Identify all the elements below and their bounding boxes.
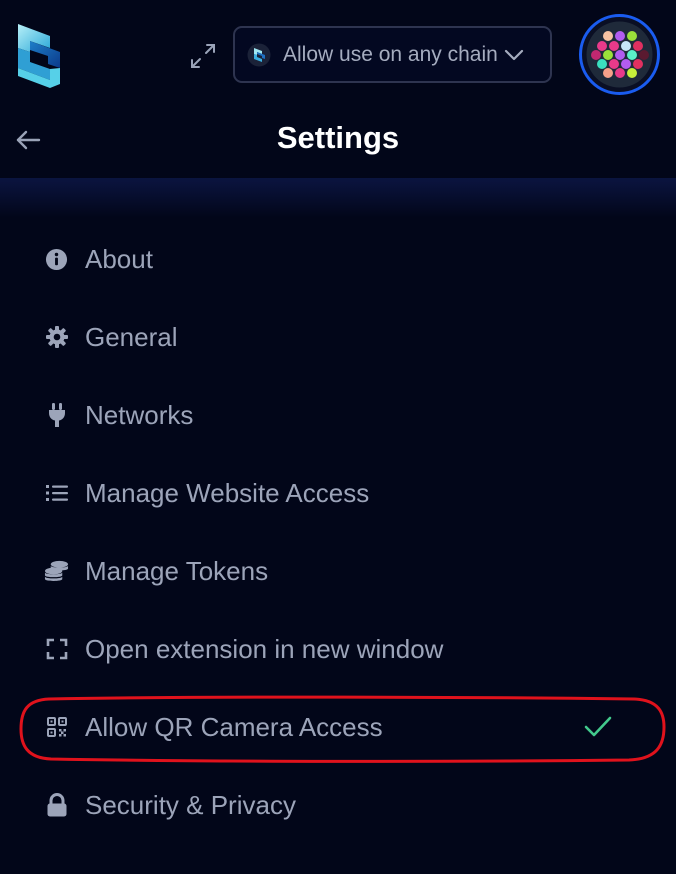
menu-item-label: Manage Tokens [85,555,269,586]
menu-item-label: Networks [85,399,194,430]
brand-logo-icon [14,22,64,90]
expand-icon[interactable] [188,40,218,72]
menu-item-networks[interactable]: Networks [0,376,676,454]
expand-frame-icon [44,637,69,662]
menu-item-label: About [85,243,153,274]
header-divider-glow [0,178,676,218]
account-avatar[interactable] [579,14,660,95]
menu-item-open-extension-new-window[interactable]: Open extension in new window [0,610,676,688]
gear-icon [44,325,69,350]
plug-icon [44,403,69,428]
qr-code-icon [44,715,69,740]
info-icon [44,247,69,272]
chevron-down-icon [504,48,524,62]
menu-item-label: Security & Privacy [85,789,296,820]
checkmark-icon [583,714,613,740]
list-icon [44,481,69,506]
menu-item-manage-tokens[interactable]: Manage Tokens [0,532,676,610]
page-title: Settings [276,120,400,155]
menu-item-label: General [85,321,178,352]
chain-selector-dropdown[interactable]: Allow use on any chain [233,26,552,83]
menu-item-manage-website-access[interactable]: Manage Website Access [0,454,676,532]
menu-item-label: Manage Website Access [85,477,370,508]
menu-item-label: Open extension in new window [85,633,444,664]
menu-item-about[interactable]: About [0,220,676,298]
coins-icon [44,559,69,584]
chain-logo-icon [247,43,271,67]
menu-item-general[interactable]: General [0,298,676,376]
menu-item-allow-qr-camera-access[interactable]: Allow QR Camera Access [0,688,676,766]
chain-selector-label: Allow use on any chain [283,42,498,66]
menu-item-security-privacy[interactable]: Security & Privacy [0,766,676,844]
menu-item-label: Allow QR Camera Access [85,711,383,742]
lock-icon [44,792,69,818]
